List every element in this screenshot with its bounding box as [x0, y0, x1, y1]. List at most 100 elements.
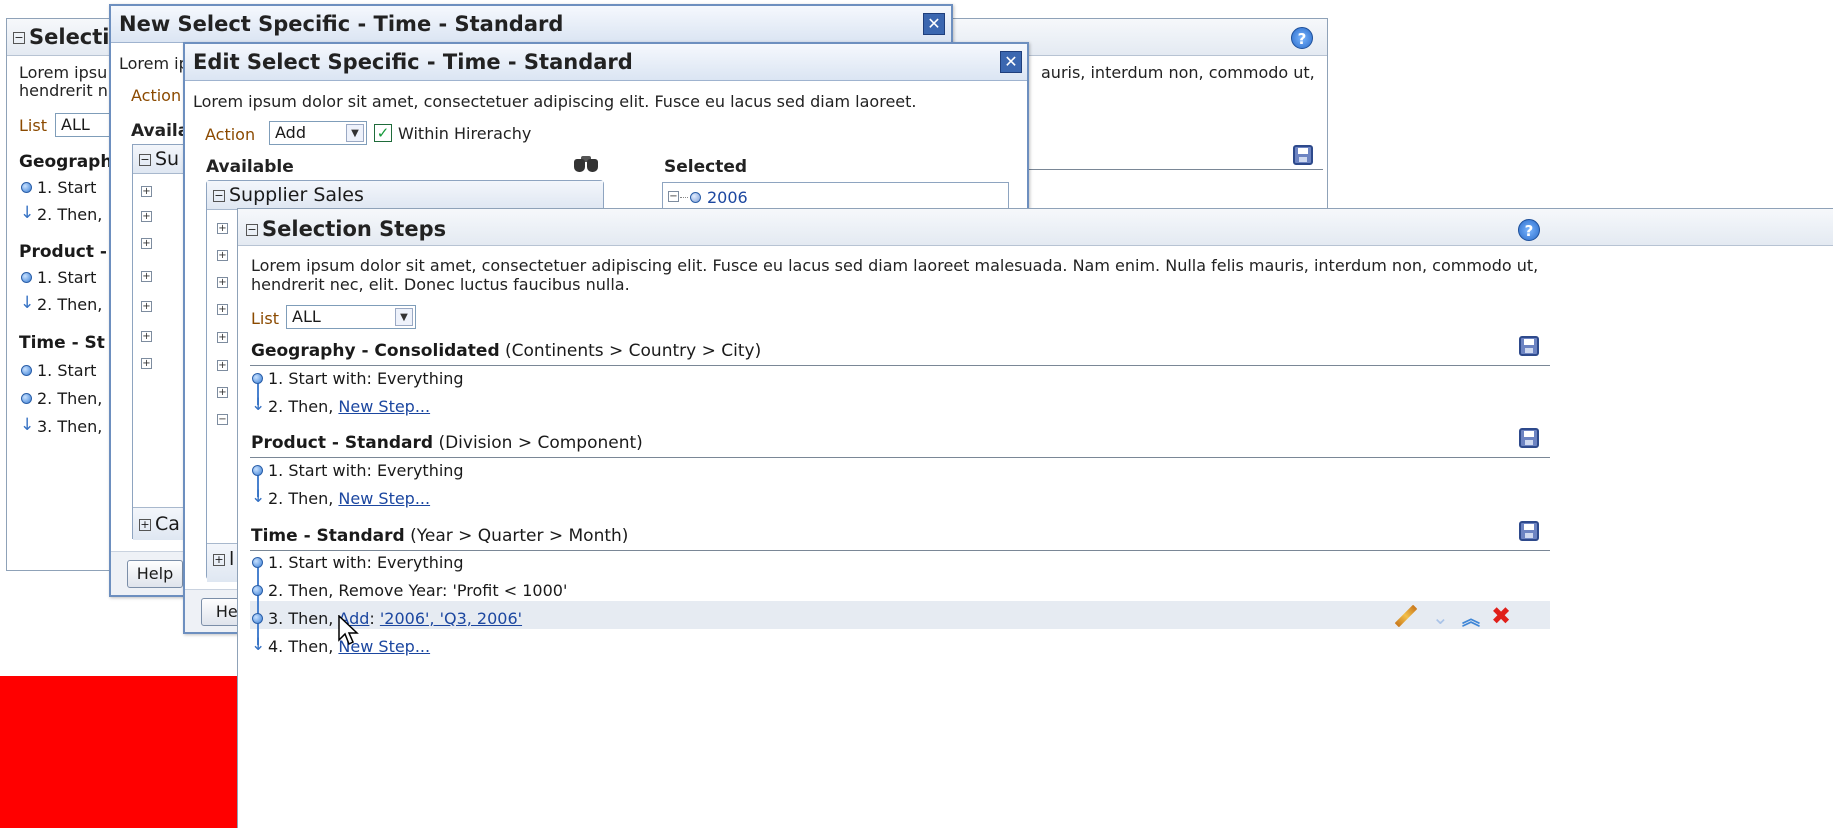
chevron-down-icon[interactable]: ⌄: [1432, 605, 1449, 629]
back-panel-title: − Selectio: [13, 25, 124, 49]
selected-item-2006[interactable]: 2006: [707, 188, 748, 207]
collapse-icon[interactable]: −: [13, 32, 25, 44]
expand-icon[interactable]: +: [213, 553, 225, 566]
mouse-cursor-icon: [338, 615, 359, 646]
step-start-icon: [252, 557, 263, 568]
back-list-label: List: [19, 116, 47, 135]
step-arrow-icon: ↓: [20, 293, 35, 313]
step-start-icon: [252, 465, 263, 476]
expand-icon[interactable]: +: [141, 301, 152, 312]
tree-connector: [680, 197, 688, 198]
back-section-geography: Geograph: [19, 152, 113, 172]
member-icon: [690, 192, 701, 203]
collapse-icon[interactable]: −: [139, 153, 151, 166]
expand-icon[interactable]: +: [141, 331, 152, 342]
expand-icon[interactable]: +: [217, 360, 228, 371]
delete-x-icon[interactable]: ✖: [1491, 602, 1511, 630]
expand-icon[interactable]: +: [141, 211, 152, 222]
save-icon[interactable]: [1519, 521, 1539, 541]
help-icon[interactable]: ?: [1291, 27, 1313, 49]
list-value: ALL: [292, 307, 321, 326]
action-value: Add: [275, 123, 306, 142]
new-action-label: Action: [131, 86, 182, 105]
collapse-icon[interactable]: −: [213, 189, 225, 202]
selected-label: Selected: [664, 157, 748, 177]
close-icon[interactable]: ✕: [923, 13, 945, 35]
list-select[interactable]: ALL ▼: [286, 305, 416, 329]
step-item: 3. Then, Add: '2006', 'Q3, 2006': [268, 609, 523, 628]
collapse-icon[interactable]: −: [217, 414, 228, 425]
back-step: 2. Then,: [37, 389, 103, 408]
expand-icon[interactable]: +: [141, 238, 152, 249]
expand-icon[interactable]: +: [141, 358, 152, 369]
section-divider: [250, 550, 1550, 551]
back-section-product: Product -: [19, 242, 107, 262]
expand-icon[interactable]: +: [217, 332, 228, 343]
step-start-icon: [252, 373, 263, 384]
chevron-down-icon: ▼: [346, 124, 364, 142]
new-step-link[interactable]: New Step...: [338, 397, 430, 416]
step-start-icon: [21, 182, 32, 193]
step-arrow-icon: ↓: [251, 395, 266, 415]
step-item: 2. Then, New Step...: [268, 397, 431, 416]
within-hierarchy-checkbox[interactable]: ✓: [374, 124, 392, 142]
step-item: 1. Start with: Everything: [268, 553, 464, 572]
expand-icon[interactable]: +: [217, 223, 228, 234]
back-panel-desc-2: hendrerit n: [19, 81, 108, 100]
expand-icon[interactable]: +: [217, 387, 228, 398]
expand-icon[interactable]: +: [141, 271, 152, 282]
step-start-icon: [21, 272, 32, 283]
step-icon: [252, 585, 263, 596]
chevron-up-icon[interactable]: ︽: [1462, 605, 1480, 631]
list-label: List: [251, 309, 279, 328]
step-connector: [257, 563, 259, 645]
edit-action-label: Action: [205, 125, 256, 144]
save-icon[interactable]: [1519, 428, 1539, 448]
new-available-label: Availa: [131, 121, 190, 141]
collapse-icon[interactable]: −: [246, 224, 258, 236]
help-button[interactable]: Help: [127, 560, 183, 588]
selection-steps-panel: − Selection Steps ? Lorem ipsum dolor sit…: [237, 208, 1833, 828]
members-link[interactable]: '2006', 'Q3, 2006': [380, 609, 522, 628]
save-icon[interactable]: [1293, 145, 1313, 165]
back-step: 1. Start: [37, 361, 97, 380]
expand-icon[interactable]: +: [217, 304, 228, 315]
expand-icon[interactable]: +: [139, 518, 151, 531]
help-icon[interactable]: ?: [1518, 219, 1540, 241]
binoculars-icon[interactable]: [573, 156, 599, 172]
new-dialog-title: New Select Specific - Time - Standard: [119, 12, 564, 36]
panel-header: [238, 209, 1833, 246]
save-icon[interactable]: [1519, 336, 1539, 356]
step-item: 2. Then, New Step...: [268, 489, 431, 508]
chevron-down-icon: ▼: [395, 308, 413, 326]
new-step-link[interactable]: New Step...: [338, 489, 430, 508]
back-section-time: Time - St: [19, 333, 105, 353]
divider: [1007, 169, 1323, 170]
new-dialog-titlebar: New Select Specific - Time - Standard: [111, 6, 951, 43]
available-tree-header: − Supplier Sales: [207, 181, 603, 210]
step-arrow-icon: ↓: [20, 203, 35, 223]
within-hierarchy-label: Within Hirerachy: [398, 124, 532, 143]
expand-icon[interactable]: +: [217, 250, 228, 261]
back-panel-desc-right: auris, interdum non, commodo ut,: [1041, 63, 1315, 82]
edit-dialog-title: Edit Select Specific - Time - Standard: [193, 50, 633, 74]
section-geography: Geography - Consolidated (Continents > C…: [251, 341, 762, 361]
step-item: 1. Start with: Everything: [268, 461, 464, 480]
back-step: 2. Then,: [37, 205, 103, 224]
close-icon[interactable]: ✕: [1000, 51, 1022, 73]
back-panel-desc-1: Lorem ipsu: [19, 63, 108, 82]
edit-dialog-desc: Lorem ipsum dolor sit amet, consectetuer…: [193, 92, 917, 111]
step-icon: [21, 393, 32, 404]
collapse-icon[interactable]: −: [668, 191, 679, 202]
step-arrow-icon: ↓: [251, 487, 266, 507]
expand-icon[interactable]: +: [217, 277, 228, 288]
step-arrow-icon: ↓: [20, 415, 35, 435]
step-item: 2. Then, Remove Year: 'Profit < 1000': [268, 581, 568, 600]
brand-red-bar: [0, 676, 237, 828]
back-step: 2. Then,: [37, 295, 103, 314]
panel-desc-line2: hendrerit nec, elit. Donec luctus faucib…: [251, 275, 630, 294]
expand-icon[interactable]: +: [141, 186, 152, 197]
action-select[interactable]: Add ▼: [269, 121, 367, 145]
back-step: 1. Start: [37, 268, 97, 287]
step-arrow-icon: ↓: [251, 635, 266, 655]
